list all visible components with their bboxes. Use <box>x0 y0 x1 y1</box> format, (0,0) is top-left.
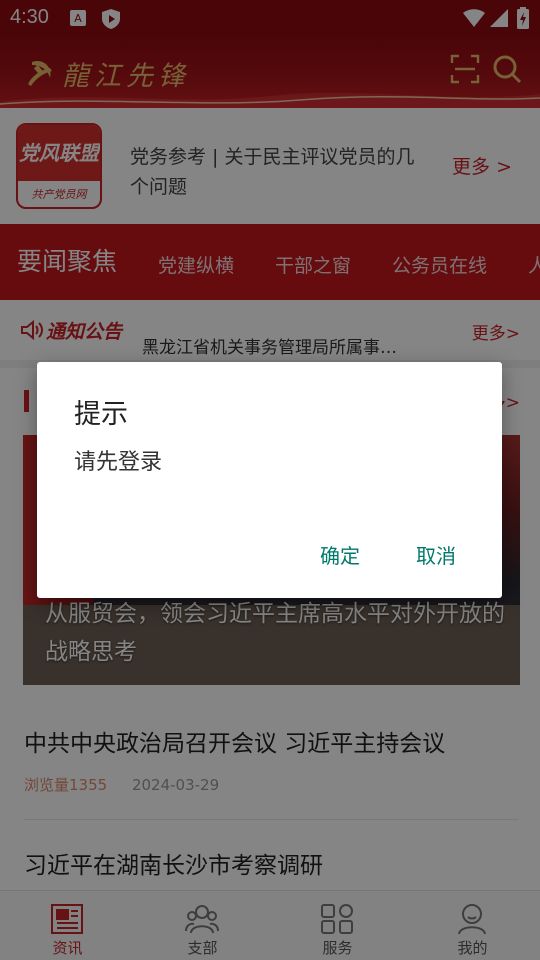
confirm-button[interactable]: 确定 <box>320 540 360 569</box>
dialog-title: 提示 <box>74 399 128 430</box>
cancel-button[interactable]: 取消 <box>416 540 456 569</box>
login-prompt-dialog: 提示 请先登录 确定 取消 <box>37 362 502 598</box>
dialog-message: 请先登录 <box>74 450 163 475</box>
